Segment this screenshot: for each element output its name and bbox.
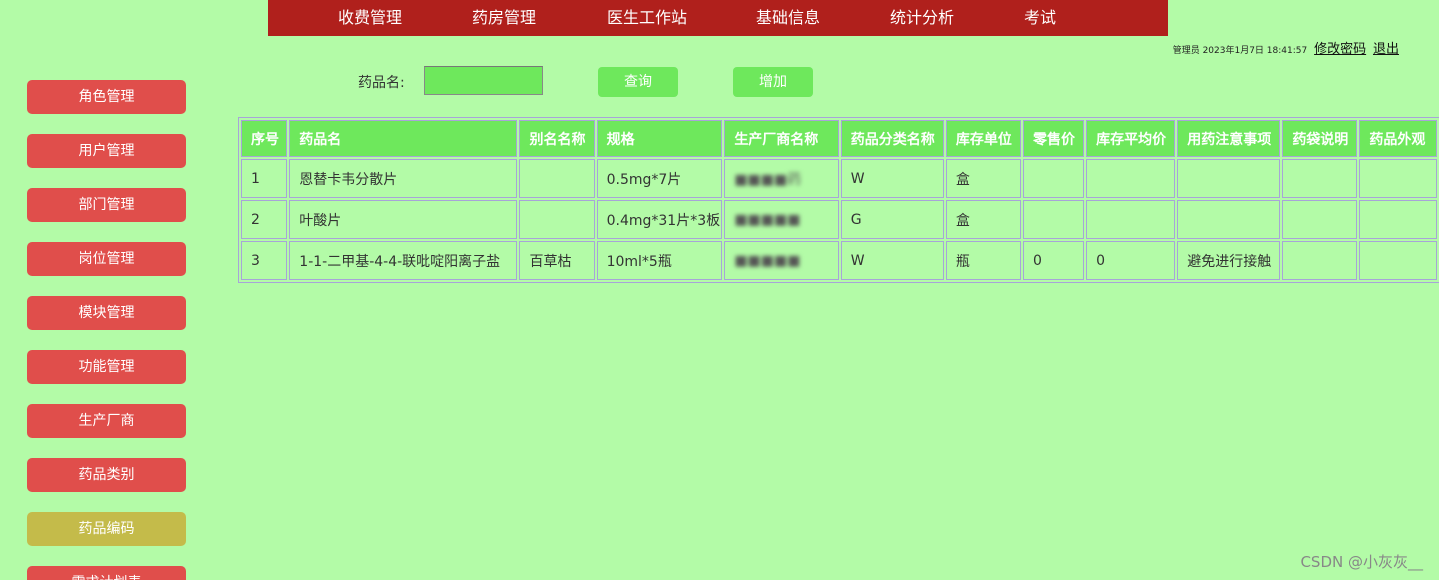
nav-item-pharmacy[interactable]: 药房管理 <box>472 0 536 36</box>
cell-precautions <box>1177 159 1281 198</box>
logout-link[interactable]: 退出 <box>1373 42 1399 57</box>
col-header-retail-price: 零售价 <box>1022 120 1085 157</box>
sidebar-item-functions[interactable]: 功能管理 <box>27 350 186 384</box>
cell-bag-note <box>1282 159 1358 198</box>
cell-index: 3 <box>241 241 288 280</box>
col-header-unit: 库存单位 <box>945 120 1021 157</box>
nav-item-billing[interactable]: 收费管理 <box>338 0 402 36</box>
cell-avg-price <box>1086 200 1176 239</box>
col-header-alias: 别名名称 <box>519 120 595 157</box>
redacted-text: ■■■■■ <box>734 211 801 228</box>
sidebar-item-drug-categories[interactable]: 药品类别 <box>27 458 186 492</box>
col-header-category: 药品分类名称 <box>840 120 944 157</box>
nav-item-doctor-station[interactable]: 医生工作站 <box>607 0 687 36</box>
user-bar: 管理员 2023年1月7日 18:41:57 修改密码 退出 <box>1172 38 1399 57</box>
cell-unit: 盒 <box>945 159 1021 198</box>
cell-retail-price <box>1022 159 1085 198</box>
cell-spec: 10ml*5瓶 <box>596 241 723 280</box>
cell-manufacturer: ■■■■■ <box>724 200 839 239</box>
watermark: CSDN @小灰灰__ <box>1300 553 1423 571</box>
cell-alias: 百草枯 <box>519 241 595 280</box>
cell-spec: 0.5mg*7片 <box>596 159 723 198</box>
col-header-drug-name: 药品名 <box>289 120 518 157</box>
top-nav: 收费管理 药房管理 医生工作站 基础信息 统计分析 考试 <box>268 0 1168 36</box>
table-row[interactable]: 2 叶酸片 0.4mg*31片*3板 ■■■■■ G 盒 <box>241 200 1437 239</box>
col-header-precautions: 用药注意事项 <box>1177 120 1281 157</box>
col-header-bag-note: 药袋说明 <box>1282 120 1358 157</box>
col-header-manufacturer: 生产厂商名称 <box>724 120 839 157</box>
nav-item-statistics[interactable]: 统计分析 <box>890 0 954 36</box>
sidebar-item-drug-codes[interactable]: 药品编码 <box>27 512 186 546</box>
add-button[interactable]: 增加 <box>733 67 813 97</box>
cell-retail-price <box>1022 200 1085 239</box>
drug-name-label: 药品名: <box>358 75 405 91</box>
cell-appearance <box>1359 200 1437 239</box>
nav-item-exam[interactable]: 考试 <box>1024 0 1056 36</box>
cell-alias <box>519 159 595 198</box>
current-datetime: 2023年1月7日 18:41:57 <box>1202 46 1308 56</box>
sidebar-item-positions[interactable]: 岗位管理 <box>27 242 186 276</box>
redacted-text: ■■■■药 <box>734 171 802 188</box>
redacted-text: ■■■■■ <box>734 252 801 269</box>
cell-unit: 瓶 <box>945 241 1021 280</box>
cell-unit: 盒 <box>945 200 1021 239</box>
query-button[interactable]: 查询 <box>598 67 678 97</box>
cell-drug-name: 1-1-二甲基-4-4-联吡啶阳离子盐 <box>289 241 518 280</box>
sidebar-item-modules[interactable]: 模块管理 <box>27 296 186 330</box>
sidebar-item-users[interactable]: 用户管理 <box>27 134 186 168</box>
table-header-row: 序号 药品名 别名名称 规格 生产厂商名称 药品分类名称 库存单位 零售价 库存… <box>241 120 1437 157</box>
sidebar-item-manufacturers[interactable]: 生产厂商 <box>27 404 186 438</box>
cell-avg-price <box>1086 159 1176 198</box>
change-password-link[interactable]: 修改密码 <box>1314 42 1366 57</box>
col-header-appearance: 药品外观 <box>1359 120 1437 157</box>
cell-spec: 0.4mg*31片*3板 <box>596 200 723 239</box>
cell-drug-name: 叶酸片 <box>289 200 518 239</box>
col-header-spec: 规格 <box>596 120 723 157</box>
sidebar-item-departments[interactable]: 部门管理 <box>27 188 186 222</box>
table-row[interactable]: 3 1-1-二甲基-4-4-联吡啶阳离子盐 百草枯 10ml*5瓶 ■■■■■ … <box>241 241 1437 280</box>
cell-manufacturer: ■■■■■ <box>724 241 839 280</box>
col-header-index: 序号 <box>241 120 288 157</box>
drug-table: 序号 药品名 别名名称 规格 生产厂商名称 药品分类名称 库存单位 零售价 库存… <box>238 117 1439 283</box>
col-header-avg-price: 库存平均价 <box>1086 120 1176 157</box>
cell-category: G <box>840 200 944 239</box>
cell-manufacturer: ■■■■药 <box>724 159 839 198</box>
table-row[interactable]: 1 恩替卡韦分散片 0.5mg*7片 ■■■■药 W 盒 <box>241 159 1437 198</box>
cell-precautions: 避免进行接触 <box>1177 241 1281 280</box>
nav-item-basic-info[interactable]: 基础信息 <box>756 0 820 36</box>
cell-category: W <box>840 241 944 280</box>
cell-alias <box>519 200 595 239</box>
cell-index: 2 <box>241 200 288 239</box>
sidebar-item-roles[interactable]: 角色管理 <box>27 80 186 114</box>
cell-index: 1 <box>241 159 288 198</box>
cell-category: W <box>840 159 944 198</box>
cell-drug-name: 恩替卡韦分散片 <box>289 159 518 198</box>
cell-bag-note <box>1282 200 1358 239</box>
drug-name-input[interactable] <box>424 66 543 95</box>
cell-avg-price: 0 <box>1086 241 1176 280</box>
cell-retail-price: 0 <box>1022 241 1085 280</box>
cell-appearance <box>1359 241 1437 280</box>
cell-precautions <box>1177 200 1281 239</box>
cell-bag-note <box>1282 241 1358 280</box>
cell-appearance <box>1359 159 1437 198</box>
sidebar-item-demand-plan[interactable]: 需求计划表 <box>27 566 186 580</box>
user-role: 管理员 <box>1172 46 1200 56</box>
drug-table-container: 序号 药品名 别名名称 规格 生产厂商名称 药品分类名称 库存单位 零售价 库存… <box>238 117 1439 285</box>
